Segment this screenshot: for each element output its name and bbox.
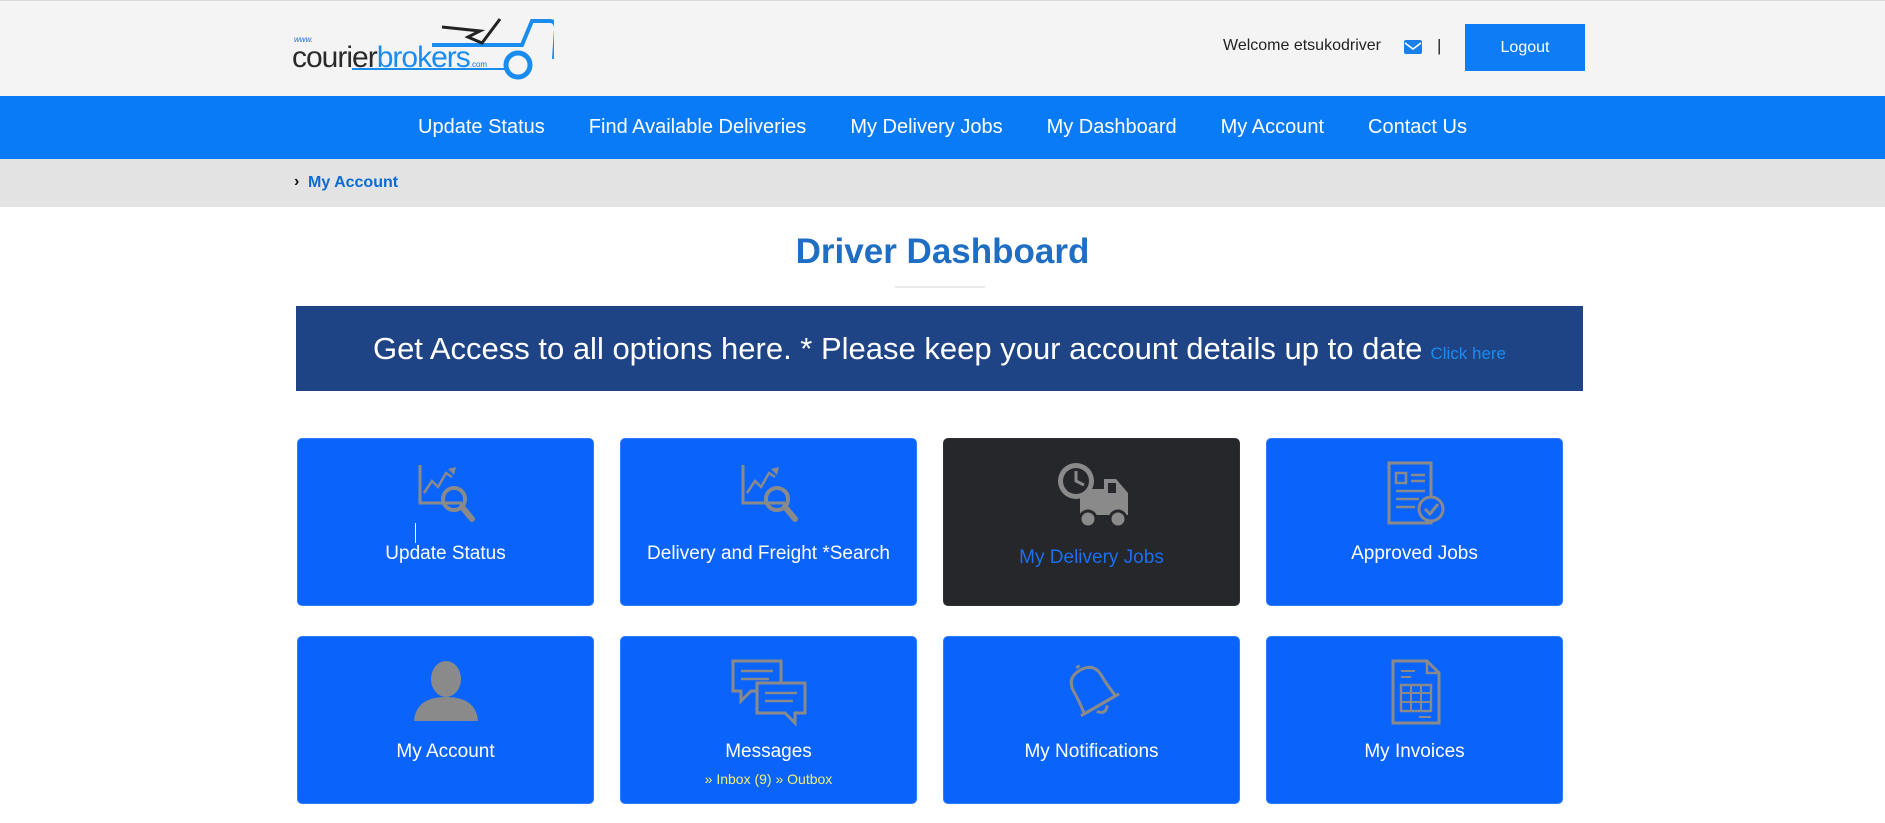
inbox-outbox-links[interactable]: » Inbox (9) » Outbox <box>621 771 916 787</box>
nav-find-available-deliveries[interactable]: Find Available Deliveries <box>589 116 807 139</box>
tile-my-delivery-jobs[interactable]: My Delivery Jobs <box>943 438 1240 606</box>
chat-bubbles-icon <box>731 659 806 727</box>
banner-click-here-link[interactable]: Click here <box>1430 344 1506 364</box>
chart-search-icon <box>741 465 798 522</box>
invoice-icon <box>1391 659 1440 725</box>
nav-my-delivery-jobs[interactable]: My Delivery Jobs <box>850 116 1002 139</box>
tile-label: Delivery and Freight *Search <box>647 543 890 564</box>
page-title: Driver Dashboard <box>795 232 1090 271</box>
nav-my-account[interactable]: My Account <box>1221 116 1324 139</box>
chart-search-icon <box>418 465 475 522</box>
logo-part1: courier <box>292 41 378 74</box>
tile-delivery-freight-search[interactable]: Delivery and Freight *Search <box>620 438 917 606</box>
welcome-text: Welcome etsukodriver <box>1223 37 1381 54</box>
tile-messages[interactable]: Messages » Inbox (9) » Outbox <box>620 636 917 804</box>
tile-my-invoices[interactable]: My Invoices <box>1266 636 1563 804</box>
tile-label: Approved Jobs <box>1351 543 1478 564</box>
tile-label: Update Status <box>385 543 506 564</box>
tile-my-notifications[interactable]: My Notifications <box>943 636 1240 804</box>
info-banner: Get Access to all options here. * Please… <box>296 306 1583 391</box>
tile-label: My Notifications <box>1024 741 1159 762</box>
nav-my-dashboard[interactable]: My Dashboard <box>1047 116 1177 139</box>
truck-clock-icon <box>1057 463 1128 529</box>
logo-part2: brokers <box>376 41 471 74</box>
nav-update-status[interactable]: Update Status <box>418 116 545 139</box>
courierbrokers-logo[interactable]: www. courierbrokers.com <box>292 15 554 81</box>
bell-icon <box>1069 664 1120 718</box>
tile-label: My Account <box>396 741 495 762</box>
banner-message: Get Access to all options here. * Please… <box>372 330 1423 366</box>
breadcrumb-my-account[interactable]: My Account <box>308 174 398 192</box>
tile-approved-jobs[interactable]: Approved Jobs <box>1266 438 1563 606</box>
logo-dotcom: .com <box>469 60 488 69</box>
header-separator: | <box>1437 36 1442 55</box>
tile-label: Messages <box>725 741 812 762</box>
header: www. courierbrokers.com Welcome etsukodr… <box>0 0 1885 96</box>
document-check-icon <box>1387 461 1444 525</box>
logout-button[interactable]: Logout <box>1465 24 1585 71</box>
tile-my-account[interactable]: My Account <box>297 636 594 804</box>
text-cursor <box>415 523 416 543</box>
nav-contact-us[interactable]: Contact Us <box>1368 116 1467 139</box>
main-nav: Update Status Find Available Deliveries … <box>0 96 1885 159</box>
tile-label: My Invoices <box>1364 741 1465 762</box>
tile-update-status[interactable]: Update Status <box>297 438 594 606</box>
tile-label: My Delivery Jobs <box>1019 547 1164 568</box>
chevron-right-icon: › <box>294 173 300 190</box>
title-divider <box>895 286 985 288</box>
user-icon <box>413 661 478 721</box>
envelope-icon[interactable] <box>1403 39 1423 55</box>
logo-wordmark: courierbrokers.com <box>292 41 487 75</box>
breadcrumb: › My Account <box>0 159 1885 207</box>
